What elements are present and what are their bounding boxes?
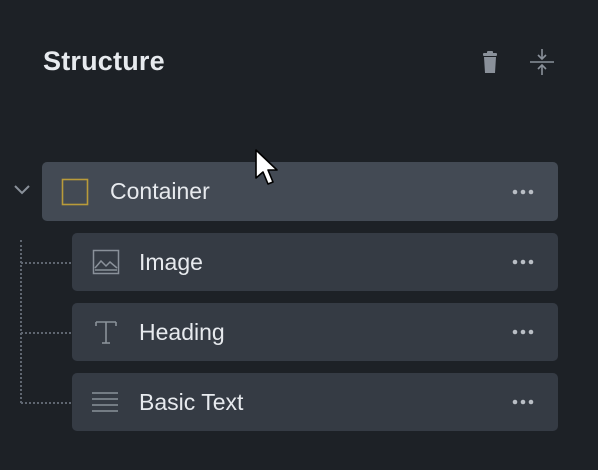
tree-item-label: Container — [110, 178, 210, 204]
mouse-cursor-icon — [255, 149, 278, 185]
tree-item-label: Image — [139, 249, 203, 275]
text-t-icon — [95, 321, 117, 344]
tree-item-label: Basic Text — [139, 389, 244, 415]
more-options-icon[interactable] — [510, 252, 536, 272]
paragraph-lines-icon — [92, 392, 118, 412]
tree-connector-branch — [21, 262, 71, 264]
more-options-icon[interactable] — [510, 322, 536, 342]
structure-panel: Structure Container Image Heading Basic … — [0, 0, 598, 470]
tree-item-basic-text[interactable]: Basic Text — [72, 373, 558, 431]
tree-item-label: Heading — [139, 319, 225, 345]
container-square-icon — [61, 178, 89, 206]
more-options-icon[interactable] — [510, 392, 536, 412]
tree-item-heading[interactable]: Heading — [72, 303, 558, 361]
delete-button[interactable] — [475, 47, 505, 77]
trash-icon — [483, 51, 497, 73]
tree-item-image[interactable]: Image — [72, 233, 558, 291]
more-options-icon[interactable] — [510, 182, 536, 202]
collapse-vertical-icon — [530, 49, 554, 75]
tree-connector-vertical — [20, 240, 22, 403]
collapse-all-button[interactable] — [527, 47, 557, 77]
tree-item-container[interactable]: Container — [42, 162, 558, 221]
panel-title: Structure — [43, 46, 165, 76]
tree-connector-branch — [21, 402, 71, 404]
expand-toggle[interactable] — [12, 183, 32, 197]
tree-connector-branch — [21, 332, 71, 334]
chevron-down-icon — [14, 185, 30, 195]
image-icon — [92, 249, 120, 275]
